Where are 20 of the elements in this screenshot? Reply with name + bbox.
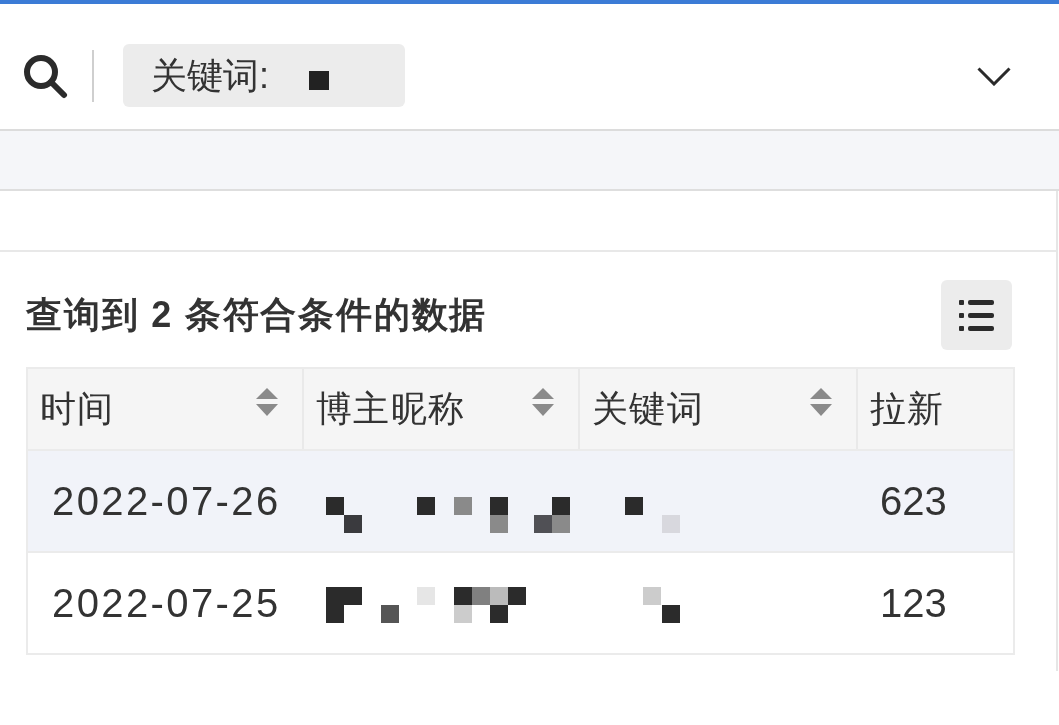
sort-icon[interactable] (810, 388, 832, 416)
keyword-field[interactable]: 关键词: (123, 44, 405, 107)
column-header: 拉新 (870, 387, 945, 431)
list-icon (959, 299, 994, 331)
column-header[interactable]: 博主昵称 (316, 382, 466, 436)
search-icon[interactable] (22, 52, 68, 99)
column-header[interactable]: 时间 (40, 382, 115, 436)
chevron-down-icon[interactable] (977, 67, 1011, 86)
sort-icon[interactable] (256, 388, 278, 416)
pixelated-mosaic (643, 587, 680, 623)
column-list-button[interactable] (941, 280, 1012, 350)
table-cell-text: 623 (879, 478, 948, 525)
table-cell-text: 123 (879, 580, 948, 627)
column-header[interactable]: 关键词 (592, 382, 705, 436)
sort-icon[interactable] (532, 388, 554, 416)
result-count-title: 查询到 2 条符合条件的数据 (26, 293, 488, 337)
redaction-square-icon (309, 71, 329, 90)
table-cell-text: 2022-07-25 (51, 580, 282, 627)
pixelated-mosaic (625, 497, 680, 533)
table-cell-text: 2022-07-26 (51, 478, 282, 525)
